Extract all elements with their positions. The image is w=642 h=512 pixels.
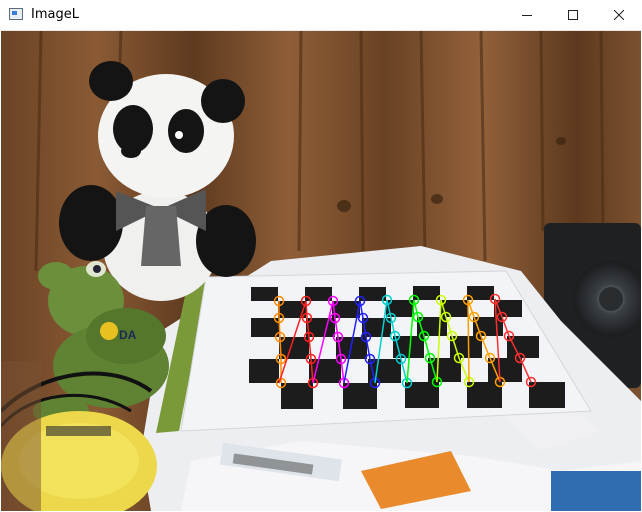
image-canvas[interactable]: DA bbox=[1, 31, 641, 511]
svg-text:DA: DA bbox=[119, 328, 137, 342]
image-window: ImageL DA bbox=[0, 0, 642, 512]
minimize-button[interactable] bbox=[504, 0, 550, 30]
close-icon bbox=[614, 10, 624, 20]
close-button[interactable] bbox=[596, 0, 642, 30]
title-bar[interactable]: ImageL bbox=[0, 0, 642, 31]
app-window-icon bbox=[9, 8, 23, 20]
calibration-image: DA bbox=[1, 31, 641, 511]
window-title: ImageL bbox=[31, 7, 79, 22]
maximize-icon bbox=[568, 10, 578, 20]
maximize-button[interactable] bbox=[550, 0, 596, 30]
minimize-icon bbox=[522, 15, 532, 16]
